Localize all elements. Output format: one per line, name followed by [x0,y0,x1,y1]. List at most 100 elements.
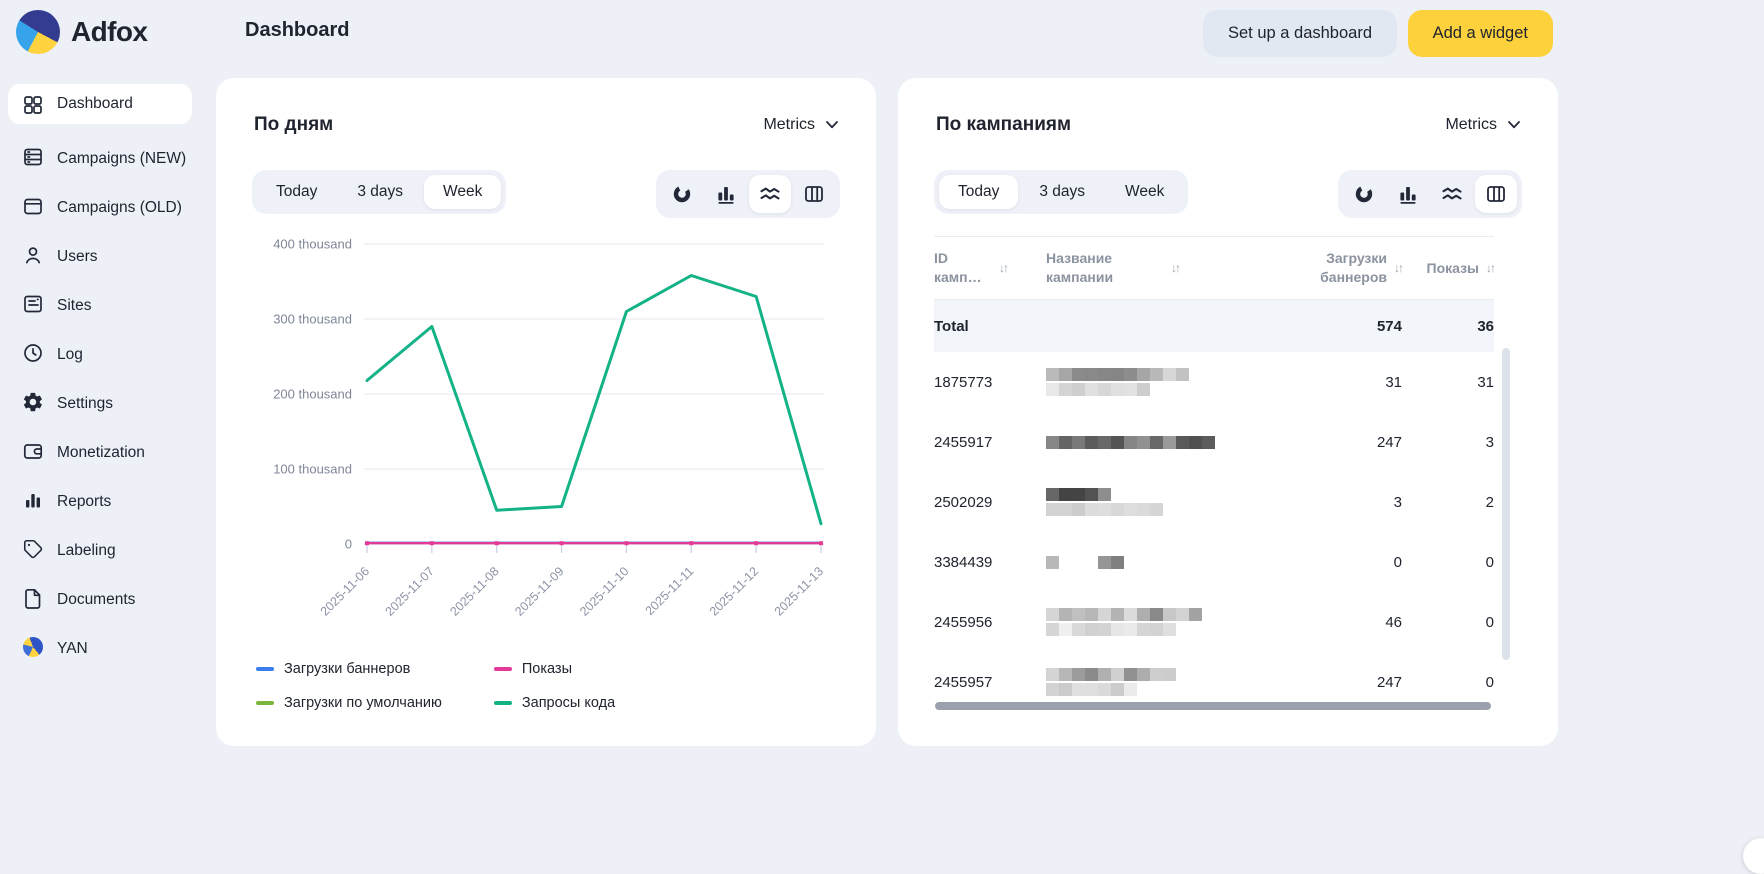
table-total-row: Total 574 36 [934,300,1494,352]
column-header-id[interactable]: ID камп… ↓↑ [934,249,1046,287]
sidebar-item-settings[interactable]: Settings [0,390,212,418]
report-icon [22,489,44,511]
daily-view-line-chart-icon[interactable] [749,175,791,213]
help-button[interactable] [1743,838,1764,874]
column-header-loads[interactable]: Загрузки баннеров ↓↑ [1254,249,1402,287]
sidebar-item-label: Reports [57,488,111,513]
sidebar-item-monetization[interactable]: Monetization [0,439,212,467]
campaign-shows: 0 [1402,674,1494,691]
column-header-shows[interactable]: Показы ↓↑ [1402,259,1494,278]
total-label: Total [934,318,1254,335]
svg-text:2025-11-13: 2025-11-13 [772,564,826,618]
sidebar-item-label: Settings [57,390,113,415]
daily-metrics-dropdown[interactable]: Metrics [763,116,838,134]
campaign-id: 1875773 [934,374,1046,391]
legend-label: Загрузки по умолчанию [284,695,442,711]
table-horizontal-scrollbar[interactable] [935,702,1491,710]
daily-view-pie-chart-icon[interactable] [661,175,703,213]
campaigns-period-today[interactable]: Today [939,175,1018,209]
legend-item: Запросы кода [494,692,615,714]
daily-period-week[interactable]: Week [424,175,501,209]
sidebar-item-label: YAN [57,635,88,660]
campaigns-view-bar-chart-icon[interactable] [1387,175,1429,213]
gear-icon [22,391,44,413]
table-row[interactable]: 24559172473 [934,412,1494,472]
daily-view-bar-chart-icon[interactable] [705,175,747,213]
campaign-id: 3384439 [934,554,1046,571]
setup-dashboard-button[interactable]: Set up a dashboard [1203,10,1397,57]
table-vertical-scrollbar[interactable] [1502,348,1510,660]
table-row[interactable]: 250202932 [934,472,1494,532]
daily-view-table-icon[interactable] [793,175,835,213]
sidebar-item-reports[interactable]: Reports [0,488,212,516]
table-row[interactable]: 2455956460 [934,592,1494,652]
campaign-shows: 31 [1402,374,1494,391]
campaign-name-redacted [1046,488,1254,516]
campaign-loads: 0 [1254,554,1402,571]
campaigns-view-switcher [1338,170,1522,218]
svg-text:0: 0 [345,537,352,552]
campaign-shows: 0 [1402,554,1494,571]
sidebar-item-campaigns-new[interactable]: Campaigns (NEW) [0,145,212,173]
sidebar: Dashboard Campaigns (NEW) Campaigns (OLD) U… [0,84,212,684]
sidebar-item-label: Log [57,341,83,366]
legend-item: Загрузки баннеров [256,658,442,680]
brand: Adfox [16,10,147,54]
daily-view-switcher [656,170,840,218]
sidebar-item-users[interactable]: Users [0,243,212,271]
daily-period-today[interactable]: Today [257,175,336,209]
campaigns-view-table-icon[interactable] [1475,175,1517,213]
adfox-logo-icon [16,10,60,54]
campaigns-period-week[interactable]: Week [1106,175,1183,209]
page-title: Dashboard [245,19,349,42]
svg-text:300 thousand: 300 thousand [273,312,352,327]
daily-widget-card: По дням Metrics Today3 daysWeek 400 thou… [216,78,876,746]
campaigns-widget-title: По кампаниям [936,114,1071,136]
brand-name: Adfox [71,16,147,48]
sidebar-item-sites[interactable]: Sites [0,292,212,320]
legend-dash-icon [494,667,512,671]
campaign-shows: 3 [1402,434,1494,451]
document-icon [22,587,44,609]
sidebar-item-documents[interactable]: Documents [0,586,212,614]
table-row[interactable]: 18757733131 [934,352,1494,412]
stack-icon [22,146,44,168]
svg-text:2025-11-06: 2025-11-06 [318,564,372,618]
sidebar-item-labeling[interactable]: Labeling [0,537,212,565]
sidebar-item-yan[interactable]: YAN [0,635,212,663]
topbar: Adfox Dashboard Set up a dashboard Add a… [0,0,1764,66]
campaigns-metrics-label: Metrics [1445,116,1497,134]
chart-legend: Загрузки баннеров Загрузки по умолчанию По… [256,658,615,714]
clock-icon [22,342,44,364]
legend-label: Показы [522,661,572,677]
svg-text:2025-11-07: 2025-11-07 [383,564,437,618]
svg-text:2025-11-11: 2025-11-11 [643,564,697,618]
sidebar-item-label: Documents [57,586,135,611]
sort-icon: ↓↑ [1171,260,1179,276]
legend-label: Запросы кода [522,695,615,711]
table-header-row: ID камп… ↓↑ Название кампании ↓↑ Загрузк… [934,236,1494,300]
sidebar-item-log[interactable]: Log [0,341,212,369]
campaigns-period-3-days[interactable]: 3 days [1020,175,1104,209]
add-widget-button[interactable]: Add a widget [1408,10,1553,57]
column-header-name[interactable]: Название кампании ↓↑ [1046,249,1254,287]
daily-metrics-label: Metrics [763,116,815,134]
campaigns-view-pie-chart-icon[interactable] [1343,175,1385,213]
campaigns-table: ID камп… ↓↑ Название кампании ↓↑ Загрузк… [934,236,1494,712]
table-row[interactable]: 3384439 00 [934,532,1494,592]
svg-text:100 thousand: 100 thousand [273,462,352,477]
sidebar-item-dashboard[interactable]: Dashboard [8,84,192,124]
sidebar-item-campaigns-old[interactable]: Campaigns (OLD) [0,194,212,222]
campaign-name-redacted [1046,668,1254,696]
campaign-id: 2502029 [934,494,1046,511]
campaigns-metrics-dropdown[interactable]: Metrics [1445,116,1520,134]
campaigns-view-line-chart-icon[interactable] [1431,175,1473,213]
sidebar-item-label: Campaigns (NEW) [57,145,186,170]
daily-widget-title: По дням [254,114,333,136]
daily-line-chart: 400 thousand300 thousand200 thousand100 … [246,228,846,628]
campaign-name-redacted [1046,368,1254,396]
daily-period-switcher: Today3 daysWeek [252,170,506,214]
daily-period-3-days[interactable]: 3 days [338,175,422,209]
campaign-id: 2455957 [934,674,1046,691]
svg-text:200 thousand: 200 thousand [273,387,352,402]
